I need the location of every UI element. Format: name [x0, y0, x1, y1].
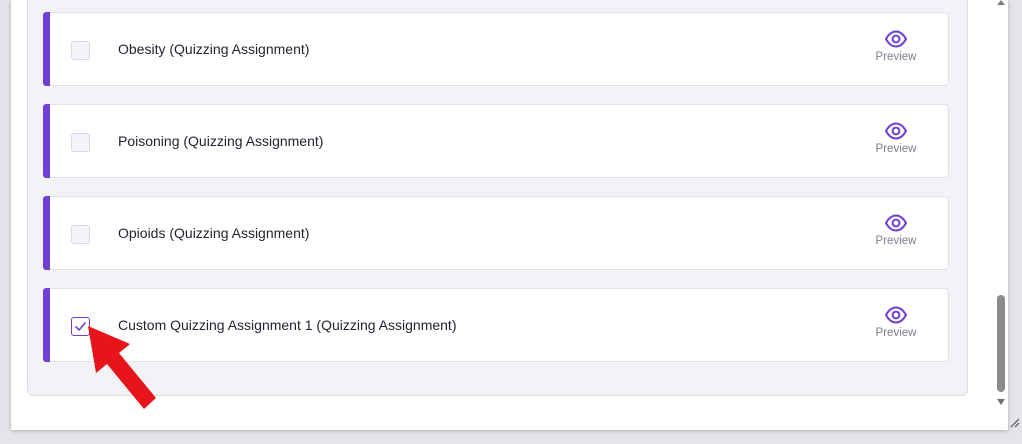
preview-button[interactable]: Preview: [871, 306, 921, 348]
scroll-up-arrow-icon[interactable]: [997, 0, 1005, 5]
assignment-card: Obesity (Quizzing Assignment) Preview: [43, 12, 949, 86]
scrollbar-thumb[interactable]: [997, 295, 1005, 392]
assignment-card: Custom Quizzing Assignment 1 (Quizzing A…: [43, 288, 949, 362]
assignment-title: Custom Quizzing Assignment 1 (Quizzing A…: [118, 317, 457, 333]
resize-grip-icon[interactable]: [1008, 416, 1020, 428]
eye-icon: [885, 306, 907, 324]
card-accent-bar: [43, 104, 50, 178]
red-arrow-icon: [88, 326, 156, 409]
eye-icon: [885, 30, 907, 48]
preview-label: Preview: [875, 327, 917, 339]
preview-button[interactable]: Preview: [871, 214, 921, 256]
assignment-card: Poisoning (Quizzing Assignment) Preview: [43, 104, 949, 178]
assignment-title: Poisoning (Quizzing Assignment): [118, 133, 324, 149]
eye-icon: [885, 214, 907, 232]
preview-button[interactable]: Preview: [871, 30, 921, 72]
assignment-checkbox[interactable]: [71, 133, 90, 152]
eye-icon: [885, 122, 907, 140]
assignment-title: Obesity (Quizzing Assignment): [118, 41, 310, 57]
assignment-checkbox[interactable]: [71, 41, 90, 60]
assignment-checkbox[interactable]: [71, 225, 90, 244]
assignment-card: Opioids (Quizzing Assignment) Preview: [43, 196, 949, 270]
scroll-down-arrow-icon[interactable]: [997, 399, 1005, 405]
card-accent-bar: [43, 196, 50, 270]
preview-label: Preview: [875, 235, 917, 247]
preview-label: Preview: [875, 143, 917, 155]
preview-label: Preview: [875, 51, 917, 63]
assignment-title: Opioids (Quizzing Assignment): [118, 225, 310, 241]
assignment-list: Obesity (Quizzing Assignment) Preview Po…: [27, 0, 968, 396]
card-accent-bar: [43, 12, 50, 86]
preview-button[interactable]: Preview: [871, 122, 921, 164]
card-accent-bar: [43, 288, 50, 362]
